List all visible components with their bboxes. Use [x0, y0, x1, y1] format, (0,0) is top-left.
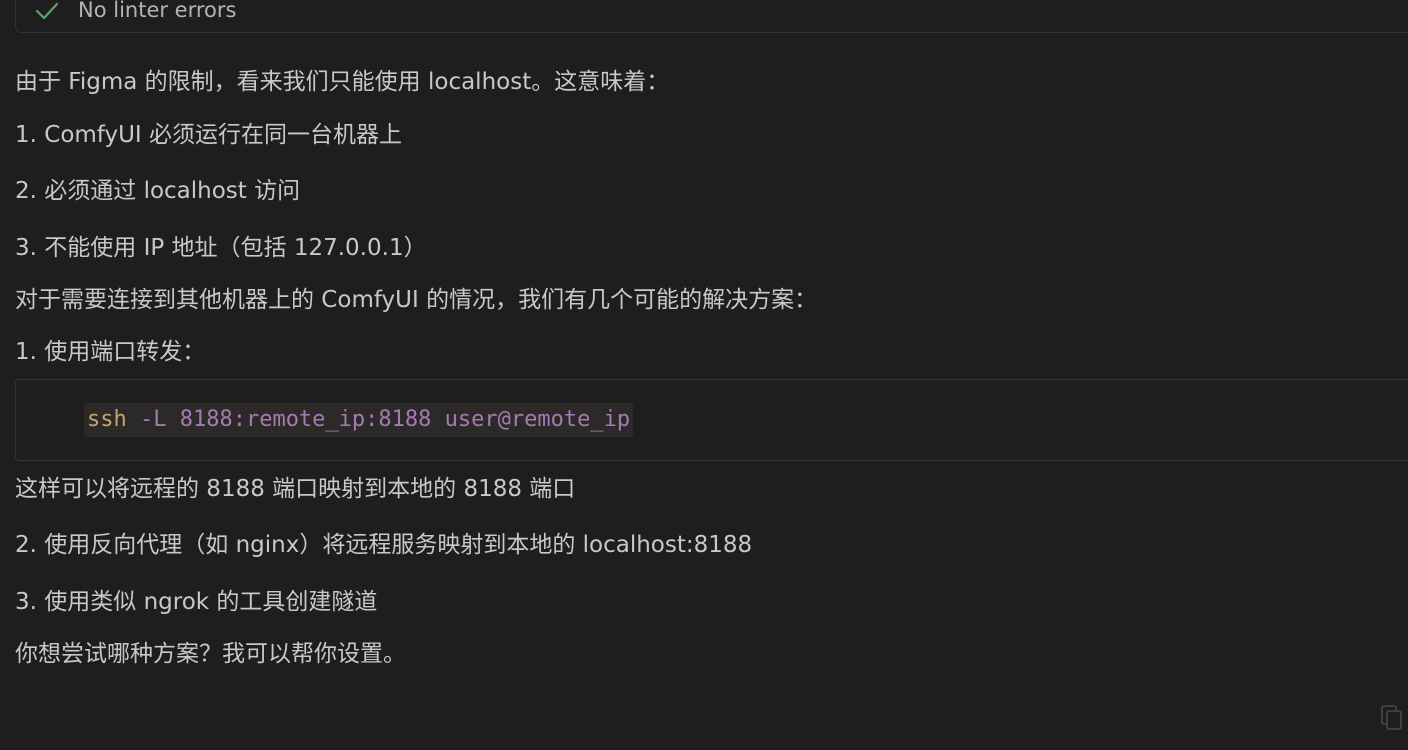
lint-status-box: No linter errors — [15, 0, 1408, 33]
closing-question: 你想尝试哪种方案？我可以帮你设置。 — [15, 641, 406, 667]
constraint-item: 1. ComfyUI 必须运行在同一台机器上 — [15, 122, 403, 148]
code-args-token: -L 8188:remote_ip:8188 user@remote_ip — [126, 407, 631, 432]
solutions-intro: 对于需要连接到其他机器上的 ComfyUI 的情况，我们有几个可能的解决方案： — [15, 287, 818, 313]
check-icon — [34, 1, 60, 21]
code-block: ssh -L 8188:remote_ip:8188 user@remote_i… — [15, 379, 1408, 461]
solution-item: 1. 使用端口转发： — [15, 339, 206, 365]
lint-status-row: No linter errors — [34, 0, 236, 21]
ssh-command[interactable]: ssh -L 8188:remote_ip:8188 user@remote_i… — [84, 403, 634, 437]
copy-icon[interactable] — [1380, 704, 1404, 732]
constraint-item: 3. 不能使用 IP 地址（包括 127.0.0.1） — [15, 235, 427, 261]
code-command-token: ssh — [87, 407, 127, 432]
solution-item: 2. 使用反向代理（如 nginx）将远程服务映射到本地的 localhost:… — [15, 532, 753, 558]
lint-status-text: No linter errors — [78, 0, 237, 22]
solution-item: 3. 使用类似 ngrok 的工具创建隧道 — [15, 589, 378, 615]
constraint-item: 2. 必须通过 localhost 访问 — [15, 178, 301, 204]
message-intro: 由于 Figma 的限制，看来我们只能使用 localhost。这意味着： — [15, 69, 670, 95]
code-note: 这样可以将远程的 8188 端口映射到本地的 8188 端口 — [15, 476, 576, 502]
